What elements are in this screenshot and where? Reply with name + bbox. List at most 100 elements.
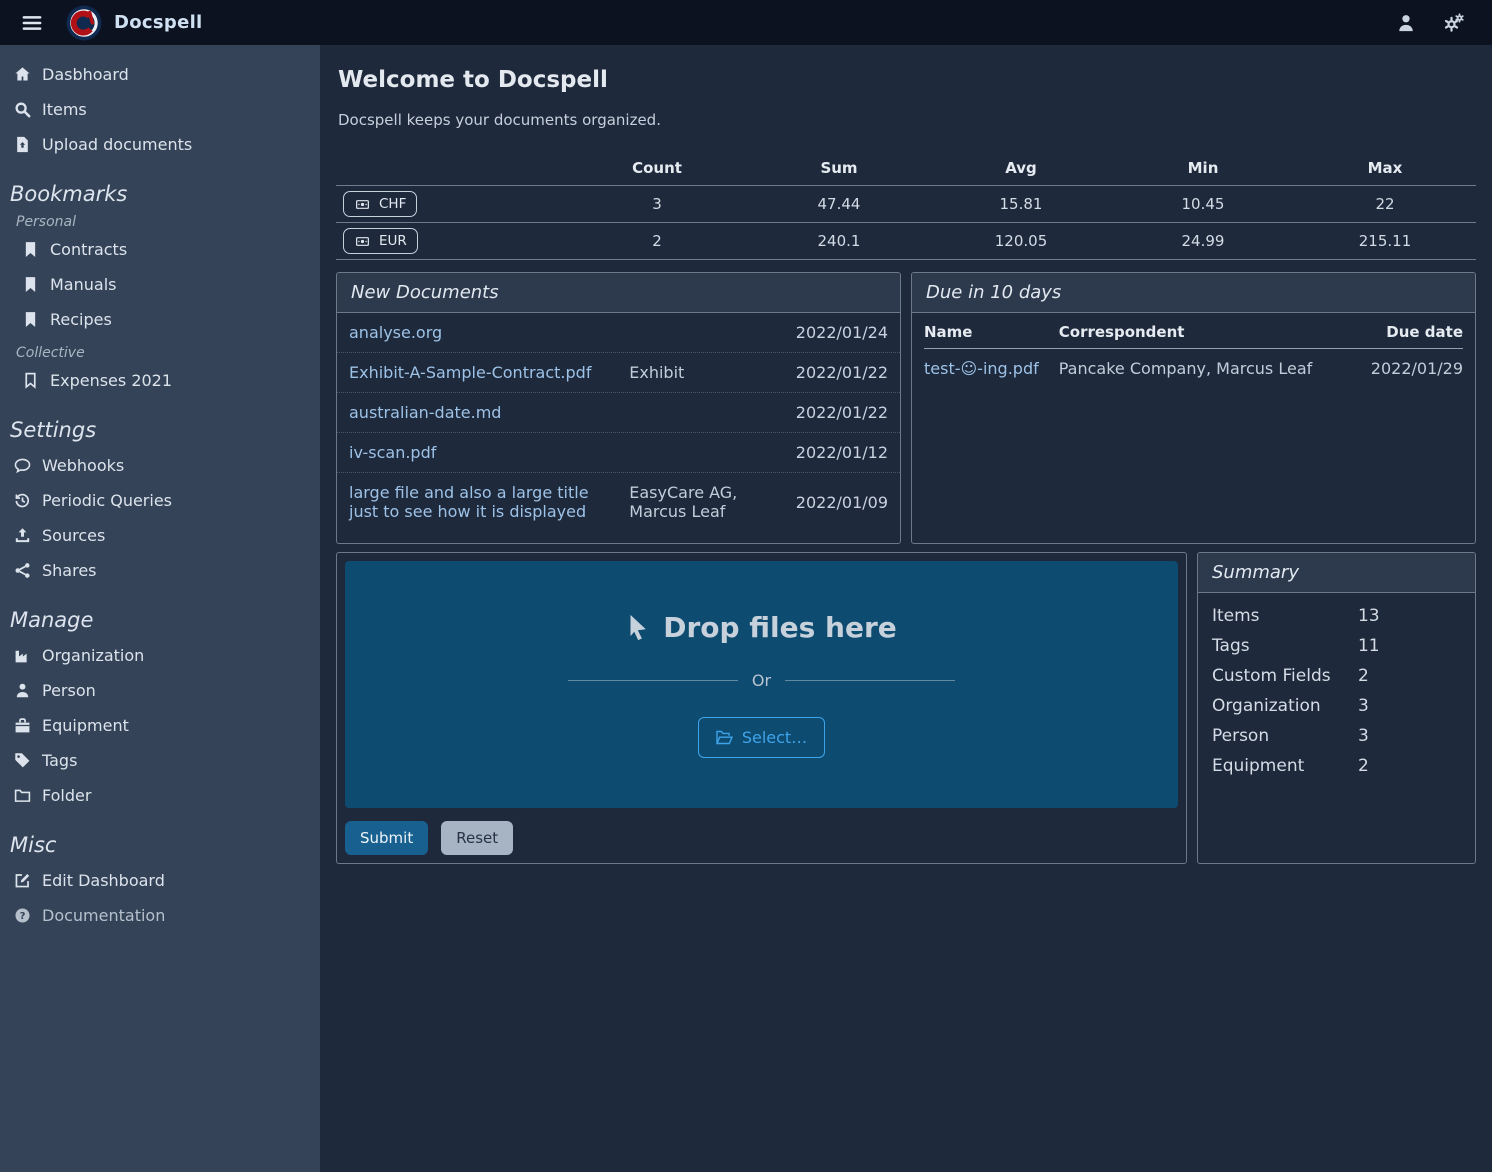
home-icon — [14, 66, 31, 83]
document-link[interactable]: iv-scan.pdf — [349, 443, 629, 462]
sidebar-item-label: Dasbhoard — [42, 65, 129, 84]
sidebar-item-webhooks[interactable]: Webhooks — [0, 448, 320, 483]
sidebar-item-items[interactable]: Items — [0, 92, 320, 127]
due-date: 2022/01/29 — [1355, 359, 1463, 378]
bookmark-icon — [22, 241, 39, 258]
due-header-due-date: Due date — [1355, 323, 1463, 341]
money-bill-icon — [354, 198, 371, 211]
due-document-link[interactable]: test-☺-ing.pdf — [924, 359, 1039, 378]
summary-value: 3 — [1358, 696, 1369, 716]
app-title: Docspell — [114, 12, 203, 33]
sidebar-item-label: Equipment — [42, 716, 129, 735]
sidebar-item-organization[interactable]: Organization — [0, 638, 320, 673]
sidebar-item-label: Recipes — [50, 310, 112, 329]
document-link[interactable]: Exhibit-A-Sample-Contract.pdf — [349, 363, 629, 382]
mouse-pointer-icon — [626, 614, 650, 641]
sidebar-item-bookmark-recipes[interactable]: Recipes — [0, 302, 320, 337]
document-link[interactable]: analyse.org — [349, 323, 629, 342]
menu-toggle-button[interactable] — [22, 13, 42, 33]
sidebar-item-bookmark-contracts[interactable]: Contracts — [0, 232, 320, 267]
sidebar-item-edit-dashboard[interactable]: Edit Dashboard — [0, 863, 320, 898]
stat-value: 3 — [566, 195, 748, 213]
manage-section-header: Manage — [10, 608, 310, 632]
summary-row: Items 13 — [1198, 601, 1475, 631]
app-brand[interactable]: Docspell — [66, 5, 203, 41]
sidebar-item-upload-documents[interactable]: Upload documents — [0, 127, 320, 162]
document-date: 2022/01/12 — [769, 443, 888, 462]
bookmark-icon — [22, 311, 39, 328]
summary-title: Summary — [1198, 553, 1475, 593]
upload-actions: Submit Reset — [345, 821, 1178, 855]
money-bill-icon — [354, 235, 371, 248]
document-date: 2022/01/22 — [769, 403, 888, 422]
top-navbar: Docspell — [0, 0, 1492, 45]
page-title: Welcome to Docspell — [338, 67, 1476, 93]
stat-value: 215.11 — [1294, 232, 1476, 250]
sidebar-item-bookmark-manuals[interactable]: Manuals — [0, 267, 320, 302]
currency-badge-eur: EUR — [343, 228, 418, 254]
due-header-row: Name Correspondent Due date — [924, 315, 1463, 349]
sidebar-item-label: Upload documents — [42, 135, 192, 154]
summary-label: Organization — [1212, 696, 1358, 716]
briefcase-icon — [14, 717, 31, 734]
summary-value: 2 — [1358, 666, 1369, 686]
bookmarks-section-header: Bookmarks — [10, 182, 310, 206]
document-row: iv-scan.pdf 2022/01/12 — [337, 432, 900, 472]
document-info: Exhibit — [629, 363, 769, 382]
stat-value: 15.81 — [930, 195, 1112, 213]
user-menu-button[interactable] — [1396, 13, 1416, 33]
sidebar-item-equipment[interactable]: Equipment — [0, 708, 320, 743]
sidebar-item-person[interactable]: Person — [0, 673, 320, 708]
document-row: large file and also a large title just t… — [337, 472, 900, 531]
sidebar-item-tags[interactable]: Tags — [0, 743, 320, 778]
summary-label: Custom Fields — [1212, 666, 1358, 686]
folder-open-icon — [716, 730, 733, 745]
sidebar-item-sources[interactable]: Sources — [0, 518, 320, 553]
summary-value: 3 — [1358, 726, 1369, 746]
due-row: test-☺-ing.pdf Pancake Company, Marcus L… — [924, 349, 1463, 388]
summary-label: Person — [1212, 726, 1358, 746]
summary-panel: Summary Items 13 Tags 11 Custom Fields 2 — [1197, 552, 1476, 864]
document-link[interactable]: large file and also a large title just t… — [349, 483, 629, 521]
select-files-button[interactable]: Select… — [698, 717, 825, 758]
stat-value: 120.05 — [930, 232, 1112, 250]
summary-row: Person 3 — [1198, 721, 1475, 751]
upload-panel: Drop files here Or Select… Submit Reset — [336, 552, 1187, 864]
summary-label: Equipment — [1212, 756, 1358, 776]
due-header-correspondent: Correspondent — [1059, 323, 1355, 341]
folder-icon — [14, 787, 31, 804]
settings-menu-button[interactable] — [1444, 13, 1464, 33]
due-header-name: Name — [924, 323, 1059, 341]
new-documents-list: analyse.org 2022/01/24 Exhibit-A-Sample-… — [337, 313, 900, 531]
submit-button[interactable]: Submit — [345, 821, 428, 855]
document-link[interactable]: australian-date.md — [349, 403, 629, 422]
summary-label: Items — [1212, 606, 1358, 626]
reset-button[interactable]: Reset — [441, 821, 513, 855]
search-icon — [14, 101, 31, 118]
sidebar-item-label: Folder — [42, 786, 91, 805]
file-dropzone[interactable]: Drop files here Or Select… — [345, 561, 1178, 808]
sidebar-item-label: Shares — [42, 561, 97, 580]
sidebar-item-documentation[interactable]: ? Documentation — [0, 898, 320, 933]
sidebar-item-shares[interactable]: Shares — [0, 553, 320, 588]
document-row: analyse.org 2022/01/24 — [337, 313, 900, 352]
summary-list: Items 13 Tags 11 Custom Fields 2 Organiz… — [1198, 593, 1475, 789]
sidebar-item-periodic-queries[interactable]: Periodic Queries — [0, 483, 320, 518]
hamburger-icon — [22, 13, 42, 33]
main-content: Welcome to Docspell Docspell keeps your … — [320, 45, 1492, 1172]
summary-value: 2 — [1358, 756, 1369, 776]
sidebar-item-label: Expenses 2021 — [50, 371, 172, 390]
summary-value: 11 — [1358, 636, 1380, 656]
sidebar-item-label: Organization — [42, 646, 144, 665]
sidebar-item-folder[interactable]: Folder — [0, 778, 320, 813]
sidebar-item-label: Edit Dashboard — [42, 871, 165, 890]
document-row: australian-date.md 2022/01/22 — [337, 392, 900, 432]
stats-header-row: Count Sum Avg Min Max — [336, 153, 1476, 186]
new-documents-panel: New Documents analyse.org 2022/01/24 Exh… — [336, 272, 901, 544]
sidebar-item-bookmark-expenses-2021[interactable]: Expenses 2021 — [0, 363, 320, 398]
sidebar-item-dashboard[interactable]: Dasbhoard — [0, 57, 320, 92]
upload-icon — [14, 527, 31, 544]
sidebar-item-label: Webhooks — [42, 456, 124, 475]
stats-header-max: Max — [1294, 153, 1476, 185]
sidebar-item-label: Periodic Queries — [42, 491, 172, 510]
